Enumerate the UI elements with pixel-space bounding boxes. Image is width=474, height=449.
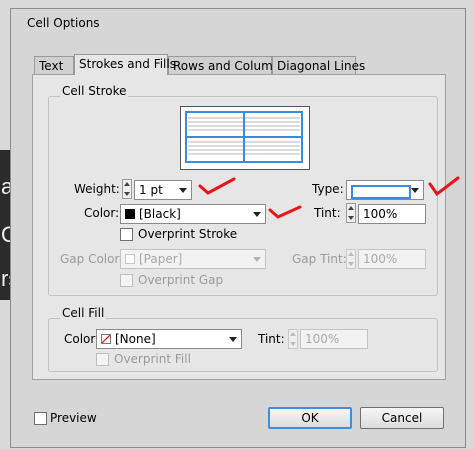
- dropdown-arrow-icon[interactable]: [179, 188, 187, 193]
- fill-color-value: [None]: [115, 332, 156, 346]
- color-label: Color:: [84, 206, 120, 220]
- dialog-title: Cell Options: [27, 16, 100, 30]
- dropdown-arrow-icon[interactable]: [229, 337, 237, 342]
- none-swatch-icon: [101, 334, 111, 344]
- weight-spinner-icon[interactable]: [122, 179, 132, 199]
- cancel-button[interactable]: Cancel: [360, 407, 444, 429]
- fill-tint-spinner-icon[interactable]: [288, 329, 298, 349]
- dropdown-arrow-icon[interactable]: [411, 188, 419, 193]
- preview-checkbox[interactable]: [34, 412, 47, 425]
- overprint-stroke-label: Overprint Stroke: [138, 227, 238, 241]
- gap-color-label: Gap Color:: [60, 252, 124, 266]
- weight-label: Weight:: [74, 182, 120, 196]
- tab-text[interactable]: Text: [34, 56, 74, 74]
- gap-tint-spinner-icon[interactable]: [346, 249, 356, 269]
- fill-color-select[interactable]: [None]: [96, 329, 242, 349]
- stroke-color-value: [Black]: [139, 207, 181, 221]
- cell-fill-title: Cell Fill: [60, 306, 107, 320]
- stroke-proxy-icon[interactable]: [180, 106, 310, 170]
- tint-spinner-icon[interactable]: [346, 203, 356, 223]
- cell-stroke-title: Cell Stroke: [60, 84, 129, 98]
- gap-tint-field[interactable]: 100%: [358, 249, 426, 269]
- fill-tint-field[interactable]: 100%: [300, 329, 368, 349]
- fill-color-label: Color:: [64, 332, 100, 346]
- gap-color-value: [Paper]: [139, 252, 183, 266]
- type-label: Type:: [312, 182, 344, 196]
- dropdown-arrow-icon[interactable]: [253, 257, 261, 262]
- checkmark-annotation-icon: [268, 205, 302, 219]
- tab-strokes-and-fills[interactable]: Strokes and Fills: [74, 54, 176, 75]
- tint-label: Tint:: [314, 206, 341, 220]
- preview-label: Preview: [50, 411, 97, 425]
- tint-field[interactable]: 100%: [358, 204, 426, 224]
- stroke-type-select[interactable]: [346, 180, 424, 200]
- gap-color-select[interactable]: [Paper]: [120, 249, 266, 269]
- checkmark-annotation-icon: [428, 176, 460, 197]
- stroke-color-select[interactable]: [Black]: [120, 204, 266, 224]
- weight-value: 1 pt: [139, 183, 163, 197]
- gap-tint-label: Gap Tint:: [292, 252, 347, 266]
- overprint-gap-checkbox[interactable]: [120, 274, 133, 287]
- checkmark-annotation-icon: [198, 177, 236, 195]
- fill-tint-label: Tint:: [258, 332, 285, 346]
- overprint-fill-label: Overprint Fill: [114, 352, 191, 366]
- paper-swatch-icon: [125, 254, 135, 264]
- overprint-stroke-checkbox[interactable]: [120, 228, 133, 241]
- overprint-gap-label: Overprint Gap: [138, 273, 224, 287]
- weight-field[interactable]: 1 pt: [134, 180, 192, 200]
- ok-button[interactable]: OK: [268, 407, 352, 429]
- dropdown-arrow-icon[interactable]: [253, 212, 261, 217]
- tab-diagonal-lines[interactable]: Diagonal Lines: [272, 56, 365, 74]
- stroke-type-preview: [351, 185, 411, 199]
- black-swatch-icon: [125, 209, 135, 219]
- overprint-fill-checkbox[interactable]: [96, 353, 109, 366]
- tab-rows-and-columns[interactable]: Rows and Columns: [168, 56, 287, 74]
